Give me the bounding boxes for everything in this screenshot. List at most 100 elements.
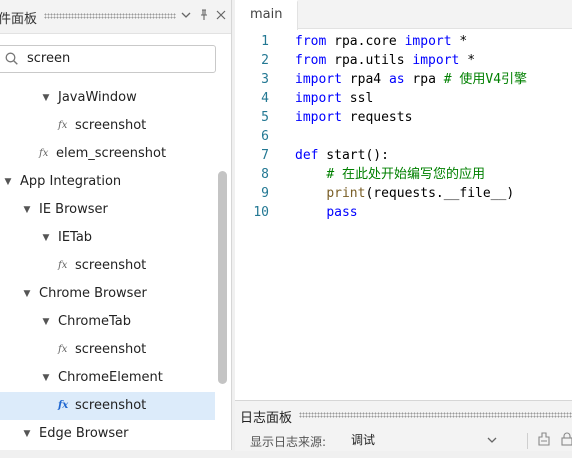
tab-main[interactable]: main (235, 0, 298, 30)
expand-caret-icon[interactable]: ▼ (22, 196, 32, 224)
line-number: 8 (261, 167, 269, 182)
tree-item-label: App Integration (20, 174, 122, 189)
tree-item-label: JavaWindow (58, 90, 137, 105)
code-token: import (412, 53, 460, 68)
function-icon: fx (58, 120, 68, 131)
tree-function-item[interactable]: fx screenshot (0, 112, 215, 140)
drag-handle[interactable] (299, 412, 572, 418)
expand-caret-icon[interactable]: ▼ (41, 364, 51, 392)
tree-item-label: elem_screenshot (56, 146, 167, 161)
component-panel-header: 件面板 (0, 0, 231, 34)
tree-function-item[interactable]: fx screenshot (0, 336, 215, 364)
tab-strip: main (235, 0, 572, 30)
divider (527, 433, 528, 449)
expand-caret-icon[interactable]: ▼ (3, 168, 13, 196)
chevron-down-icon (487, 430, 497, 458)
code-token: # 在此处开始编写您的应用 (326, 167, 485, 182)
code-token: rpa.utils (326, 53, 413, 68)
line-content: # 在此处开始编写您的应用 (295, 165, 485, 184)
log-panel-title: 日志面板 (240, 411, 293, 426)
code-token: rpa (404, 72, 444, 87)
search-icon (5, 52, 18, 65)
tree-function-item[interactable]: fx screenshot (0, 392, 215, 420)
code-token: import (295, 72, 342, 87)
tree-group-item[interactable]: ▼ JavaWindow (0, 84, 215, 112)
tree-group-item[interactable]: ▼ Chrome Browser (0, 280, 215, 308)
tree-item-label: IE Browser (39, 202, 108, 217)
component-panel: 件面板 ▼ JavaWindow fx screenshot fx elem_screen… (0, 0, 232, 450)
line-number: 10 (253, 205, 269, 220)
code-token: * (459, 53, 476, 68)
code-token: def (295, 148, 319, 163)
tree-group-item[interactable]: ▼ ChromeElement (0, 364, 215, 392)
expand-caret-icon[interactable]: ▼ (41, 308, 51, 336)
log-source-select[interactable]: 调试 (345, 430, 497, 450)
line-content: def start(): (295, 146, 389, 165)
line-number: 2 (261, 53, 269, 68)
code-token: start(): (318, 148, 389, 163)
expand-caret-icon[interactable]: ▼ (22, 280, 32, 308)
code-token: (requests.__file__) (365, 186, 515, 201)
drag-handle[interactable] (44, 13, 176, 19)
code-token: from (295, 34, 327, 49)
code-token: # 使用V4引擎 (443, 72, 528, 87)
function-icon: fx (58, 344, 68, 355)
line-content: pass (295, 203, 358, 222)
function-icon: fx (58, 260, 68, 271)
tree-group-item[interactable]: ▼ IETab (0, 224, 215, 252)
search-input[interactable] (27, 49, 207, 67)
line-number: 6 (261, 129, 269, 144)
scrollbar[interactable] (218, 171, 227, 384)
line-number: 3 (261, 72, 269, 87)
tree-item-label: screenshot (75, 398, 147, 413)
tree-function-item[interactable]: fx elem_screenshot (0, 140, 215, 168)
line-number: 9 (261, 186, 269, 201)
line-content: print(requests.__file__) (295, 184, 514, 203)
line-content: import rpa4 as rpa # 使用V4引擎 (295, 70, 527, 89)
expand-caret-icon[interactable]: ▼ (22, 420, 32, 448)
line-content: import ssl (295, 89, 373, 108)
code-token: ssl (341, 91, 374, 106)
line-content: from rpa.core import * (295, 32, 467, 51)
clear-log-icon[interactable] (537, 432, 551, 446)
search-box[interactable] (0, 45, 216, 73)
code-token: import (295, 110, 342, 125)
panel-title: 件面板 (0, 12, 38, 27)
expand-caret-icon[interactable]: ▼ (41, 84, 51, 112)
tree-item-label: IETab (58, 230, 93, 245)
pin-icon[interactable] (197, 7, 211, 23)
code-token: print (326, 186, 366, 201)
line-content: import requests (295, 108, 412, 127)
editor-area: main 1 from rpa.core import * 2 from rpa.ut… (235, 0, 572, 400)
tree-item-label: screenshot (75, 342, 147, 357)
line-number: 1 (261, 34, 269, 49)
close-icon[interactable] (214, 7, 228, 23)
function-icon: fx (39, 148, 49, 159)
code-token: from (295, 53, 327, 68)
log-source-label: 显示日志来源: (250, 435, 327, 449)
code-token: import (295, 91, 342, 106)
code-token: * (451, 34, 468, 49)
chevron-down-icon[interactable] (179, 7, 193, 23)
code-token: rpa.core (326, 34, 405, 49)
function-icon: fx (58, 400, 69, 411)
tree-function-item[interactable]: fx screenshot (0, 252, 215, 280)
tree-item-label: ChromeElement (58, 370, 163, 385)
lock-icon[interactable] (560, 432, 572, 446)
tree-item-label: Chrome Browser (39, 286, 147, 301)
tree-group-item[interactable]: ▼ ChromeTab (0, 308, 215, 336)
tree-item-label: ChromeTab (58, 314, 131, 329)
expand-caret-icon[interactable]: ▼ (41, 224, 51, 252)
tree-item-label: screenshot (75, 118, 147, 133)
tree-group-item[interactable]: ▼ App Integration (0, 168, 215, 196)
tree-group-item[interactable]: ▼ IE Browser (0, 196, 215, 224)
tree-item-label: Edge Browser (39, 426, 129, 441)
line-number: 4 (261, 91, 269, 106)
tree-group-item[interactable]: ▼ Edge Browser (0, 420, 215, 448)
code-token: pass (326, 205, 358, 220)
tree-item-label: screenshot (75, 258, 147, 273)
code-token: rpa4 (341, 72, 389, 87)
